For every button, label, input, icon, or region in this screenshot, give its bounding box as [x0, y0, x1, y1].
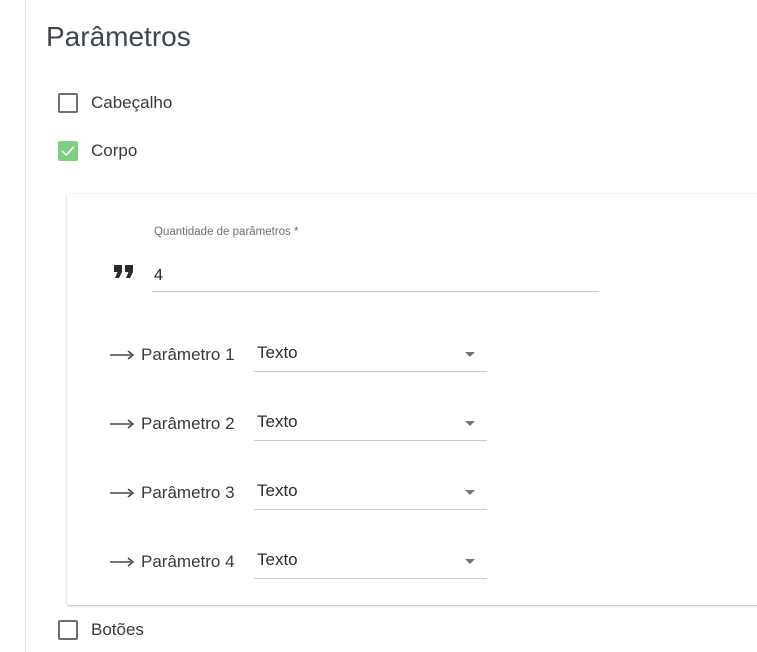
param-type-select-4[interactable]: Texto	[254, 544, 487, 579]
arrow-right-icon	[110, 488, 135, 498]
option-cabecalho[interactable]: Cabeçalho	[58, 90, 172, 116]
caret-down-icon	[465, 559, 475, 564]
param-row-1: Parâmetro 1 Texto	[109, 337, 489, 373]
param-type-value-3: Texto	[257, 481, 298, 500]
corpo-checkbox[interactable]	[58, 141, 78, 161]
page-title: Parâmetros	[46, 21, 191, 52]
arrow-right-icon	[110, 419, 135, 429]
param-type-select-3[interactable]: Texto	[254, 475, 487, 510]
caret-down-icon	[465, 490, 475, 495]
cabecalho-label: Cabeçalho	[91, 93, 173, 112]
param-label-4: Parâmetro 4	[141, 552, 235, 571]
option-corpo[interactable]: Corpo	[58, 138, 137, 164]
param-type-value-2: Texto	[257, 412, 298, 431]
botoes-label: Botões	[91, 620, 144, 639]
arrow-right-icon	[110, 557, 135, 567]
param-label-1: Parâmetro 1	[141, 345, 235, 364]
left-divider	[25, 0, 26, 652]
parameters-panel: Parâmetros Cabeçalho Corpo Quantidade de…	[0, 0, 757, 652]
arrow-right-icon	[110, 350, 135, 360]
corpo-label: Corpo	[91, 141, 138, 160]
option-botoes[interactable]: Botões	[58, 617, 144, 643]
param-type-select-2[interactable]: Texto	[254, 406, 487, 441]
param-row-3: Parâmetro 3 Texto	[109, 475, 489, 511]
param-type-select-1[interactable]: Texto	[254, 337, 487, 372]
param-label-2: Parâmetro 2	[141, 414, 235, 433]
param-label-3: Parâmetro 3	[141, 483, 235, 502]
caret-down-icon	[465, 421, 475, 426]
param-row-2: Parâmetro 2 Texto	[109, 406, 489, 442]
caret-down-icon	[465, 352, 475, 357]
param-type-value-4: Texto	[257, 550, 298, 569]
param-type-value-1: Texto	[257, 343, 298, 362]
body-parameters-card: Quantidade de parâmetros * Parâmetro 1 T…	[67, 194, 757, 605]
param-row-4: Parâmetro 4 Texto	[109, 544, 489, 580]
cabecalho-checkbox[interactable]	[58, 93, 78, 113]
format-quote-icon	[114, 265, 133, 278]
quantity-label: Quantidade de parâmetros *	[154, 226, 299, 238]
botoes-checkbox[interactable]	[58, 620, 78, 640]
quantity-input[interactable]	[152, 260, 599, 292]
check-icon	[61, 146, 75, 156]
